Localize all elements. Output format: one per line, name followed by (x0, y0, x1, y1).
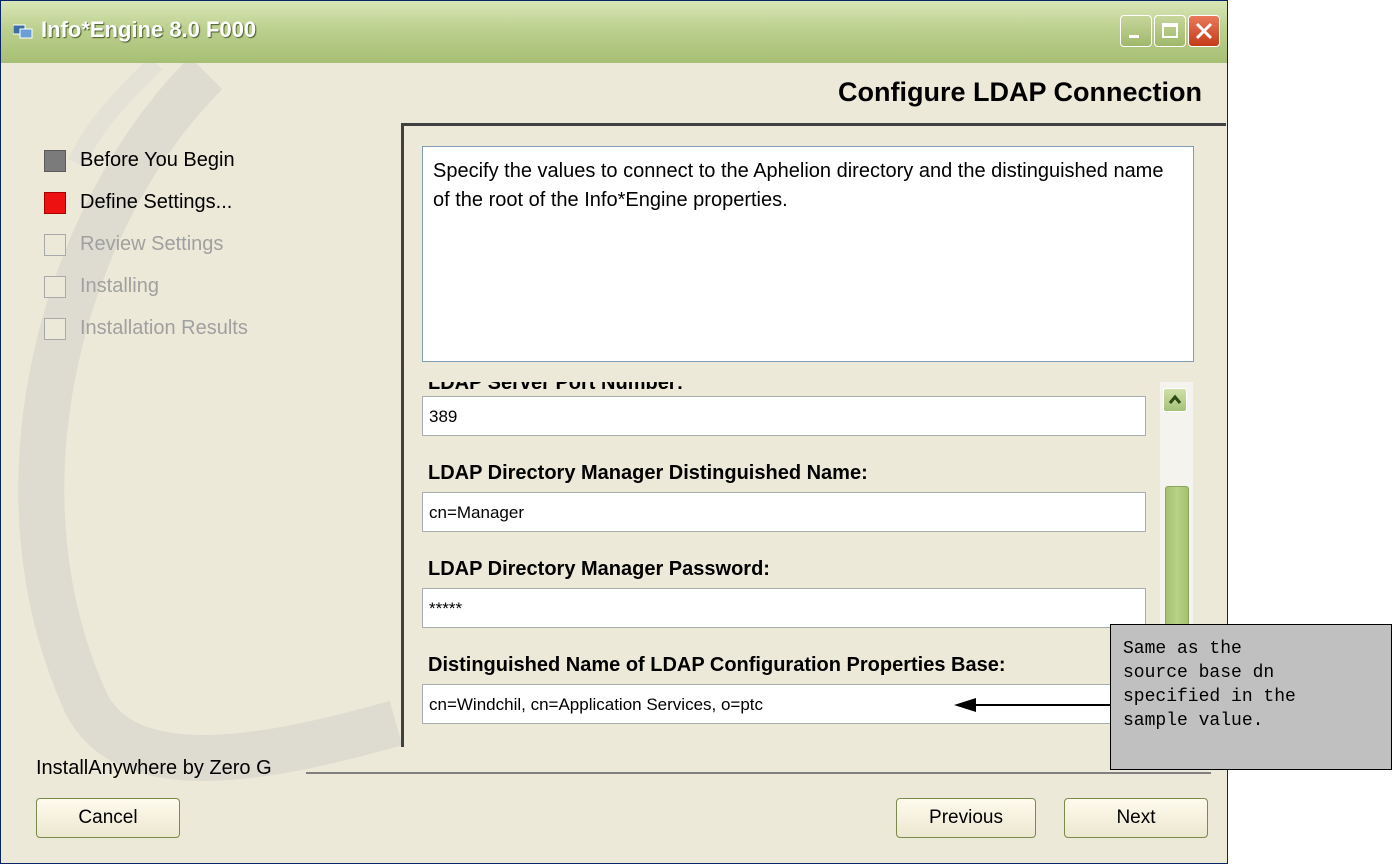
chevron-up-icon (1168, 394, 1182, 404)
step-status-icon (44, 234, 66, 256)
app-icon (13, 24, 33, 39)
manager-password-label: LDAP Directory Manager Password: (428, 558, 770, 580)
properties-base-dn-label: Distinguished Name of LDAP Configuration… (428, 654, 1006, 676)
scroll-up-button[interactable] (1163, 388, 1187, 412)
maximize-icon (1162, 23, 1178, 38)
port-number-label: LDAP Server Port Number: (428, 382, 684, 394)
manager-password-input[interactable]: ***** (422, 588, 1146, 628)
step-label: Installation Results (80, 317, 248, 339)
background-swoosh (18, 63, 403, 781)
title-bar[interactable]: Info*Engine 8.0 F000 (1, 1, 1227, 63)
window-title: Info*Engine 8.0 F000 (41, 17, 257, 42)
close-icon (1195, 22, 1213, 40)
maximize-button[interactable] (1154, 15, 1186, 47)
next-button[interactable]: Next (1064, 798, 1208, 838)
step-label: Review Settings (80, 233, 224, 255)
step-status-icon (44, 150, 66, 172)
client-area: Configure LDAP Connection Before You Beg… (6, 63, 1226, 859)
callout-arrow-icon (954, 698, 1110, 712)
footer-divider (306, 772, 1211, 774)
settings-panel: Specify the values to connect to the Aph… (401, 123, 1226, 752)
description-text: Specify the values to connect to the Aph… (422, 146, 1194, 362)
port-number-input[interactable]: 389 (422, 396, 1146, 436)
brand-label: InstallAnywhere by Zero G (36, 757, 272, 779)
previous-button[interactable]: Previous (896, 798, 1036, 838)
cancel-button[interactable]: Cancel (36, 798, 180, 838)
step-label: Before You Begin (80, 149, 235, 171)
manager-dn-input[interactable]: cn=Manager (422, 492, 1146, 532)
close-button[interactable] (1188, 15, 1220, 47)
step-status-icon (44, 318, 66, 340)
minimize-button[interactable] (1120, 15, 1152, 47)
page-title: Configure LDAP Connection (838, 77, 1202, 107)
step-label: Installing (80, 275, 159, 297)
annotation-callout: Same as the source base dn specified in … (1110, 624, 1392, 770)
step-label: Define Settings... (80, 191, 233, 213)
manager-dn-label: LDAP Directory Manager Distinguished Nam… (428, 462, 868, 484)
step-status-icon (44, 192, 66, 214)
step-status-icon (44, 276, 66, 298)
installer-window: Info*Engine 8.0 F000 Configure LDAP Conn… (0, 0, 1228, 864)
minimize-icon (1129, 35, 1139, 38)
